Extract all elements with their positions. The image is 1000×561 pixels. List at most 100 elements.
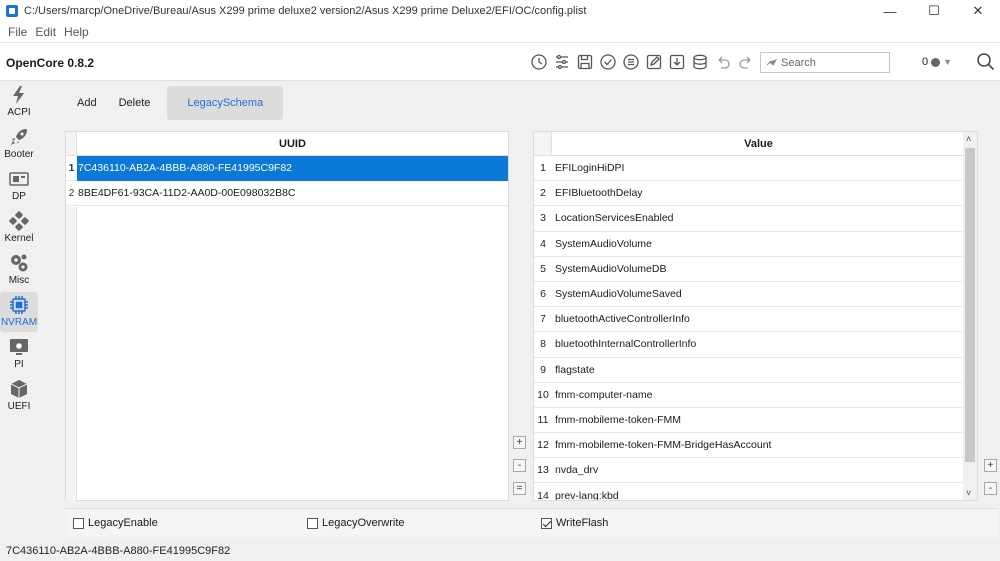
tab-legacy-schema[interactable]: LegacySchema: [167, 86, 284, 120]
sidebar-item-misc[interactable]: Misc: [0, 250, 38, 290]
window-controls: — ☐ ✕: [868, 0, 1000, 22]
write-flash-checkbox[interactable]: WriteFlash: [541, 517, 608, 529]
table-row[interactable]: 13 nvda_drv: [534, 458, 977, 484]
match-count-control[interactable]: 0 ▼: [922, 56, 952, 68]
value-cell[interactable]: EFIBluetoothDelay: [552, 187, 977, 199]
value-cell[interactable]: bluetoothActiveControllerInfo: [552, 313, 977, 325]
chevron-down-icon: ▼: [943, 57, 953, 67]
sidebar-item-label: PI: [14, 359, 24, 370]
list-settings-icon[interactable]: [553, 53, 571, 71]
remove-value-button[interactable]: -: [984, 482, 997, 495]
sidebar-item-label: UEFI: [7, 401, 31, 412]
remove-row-button[interactable]: -: [513, 459, 526, 472]
value-cell[interactable]: fmm-computer-name: [552, 389, 977, 401]
uuid-cell[interactable]: 7C436110-AB2A-4BBB-A880-FE41995C9F82: [77, 155, 508, 181]
close-button[interactable]: ✕: [956, 0, 1000, 22]
sidebar-item-booter[interactable]: Booter: [0, 124, 38, 164]
sidebar-item-uefi[interactable]: UEFI: [0, 376, 38, 416]
row-number: 2: [540, 187, 546, 200]
clock-icon[interactable]: [530, 53, 548, 71]
save-icon[interactable]: [576, 53, 594, 71]
value-cell[interactable]: prev-lang:kbd: [552, 490, 977, 500]
table-row[interactable]: 10 fmm-computer-name: [534, 383, 977, 408]
checkbox-label: LegacyOverwrite: [322, 517, 405, 529]
value-cell[interactable]: SystemAudioVolume: [552, 238, 977, 250]
sidebar: ACPI Booter DP Kernel Misc NVRAM PI UEFI: [0, 82, 62, 542]
legacy-overwrite-checkbox[interactable]: LegacyOverwrite: [307, 517, 405, 529]
menu-help[interactable]: Help: [60, 25, 93, 39]
column-header-value[interactable]: Value: [552, 132, 977, 155]
value-cell[interactable]: nvda_drv: [552, 464, 977, 476]
cube-icon: [10, 380, 28, 398]
table-row[interactable]: 8 bluetoothInternalControllerInfo: [534, 332, 977, 358]
table-row[interactable]: 2 EFIBluetoothDelay: [534, 181, 977, 207]
row-number: 9: [540, 363, 546, 376]
sidebar-item-pi[interactable]: PI: [0, 334, 38, 374]
status-bar: 7C436110-AB2A-4BBB-A880-FE41995C9F82: [0, 541, 1000, 561]
value-cell[interactable]: EFILoginHiDPI: [552, 162, 977, 174]
table-row[interactable]: 7 bluetoothActiveControllerInfo: [534, 307, 977, 333]
check-circle-icon[interactable]: [599, 53, 617, 71]
chevron-down-icon[interactable]: ˅: [966, 488, 971, 498]
sidebar-item-kernel[interactable]: Kernel: [0, 208, 38, 248]
column-header-uuid[interactable]: UUID: [77, 132, 508, 155]
undo-icon[interactable]: [714, 53, 732, 71]
redo-icon[interactable]: [737, 53, 755, 71]
edit-document-icon[interactable]: [645, 53, 663, 71]
checkbox-box[interactable]: [73, 517, 84, 529]
checkbox-box[interactable]: [541, 517, 552, 529]
value-cell[interactable]: SystemAudioVolumeSaved: [552, 288, 977, 300]
menu-file[interactable]: File: [4, 25, 31, 39]
device-properties-icon: [9, 172, 29, 186]
table-row[interactable]: 4 SystemAudioVolume: [534, 232, 977, 257]
list-circle-icon[interactable]: [622, 53, 640, 71]
table-row[interactable]: 1 7C436110-AB2A-4BBB-A880-FE41995C9F82: [66, 155, 508, 181]
value-cell[interactable]: bluetoothInternalControllerInfo: [552, 338, 977, 350]
table-row[interactable]: 11 fmm-mobileme-token-FMM: [534, 408, 977, 434]
maximize-button[interactable]: ☐: [912, 0, 956, 22]
value-cell[interactable]: flagstate: [552, 364, 977, 376]
checkbox-label: WriteFlash: [556, 517, 609, 529]
value-cell[interactable]: SystemAudioVolumeDB: [552, 263, 977, 275]
chevron-up-icon[interactable]: ˄: [966, 134, 971, 144]
import-icon[interactable]: [668, 53, 686, 71]
add-row-button[interactable]: +: [513, 436, 526, 449]
minimize-button[interactable]: —: [868, 0, 912, 22]
table-row[interactable]: 1 EFILoginHiDPI: [534, 156, 977, 182]
scrollbar[interactable]: ˄ ˅: [963, 132, 977, 500]
value-cell[interactable]: fmm-mobileme-token-FMM-BridgeHasAccount: [552, 439, 977, 451]
window-title: C:/Users/marcp/OneDrive/Bureau/Asus X299…: [24, 5, 587, 17]
table-row[interactable]: 14 prev-lang:kbd: [534, 483, 977, 500]
chip-icon: [10, 296, 28, 314]
sidebar-item-acpi[interactable]: ACPI: [0, 82, 38, 122]
tab-add[interactable]: Add: [66, 86, 108, 120]
search-input[interactable]: [781, 56, 876, 69]
app-icon: [6, 5, 18, 17]
table-row[interactable]: 12 fmm-mobileme-token-FMM-BridgeHasAccoun…: [534, 433, 977, 459]
uuid-cell[interactable]: 8BE4DF61-93CA-11D2-AA0D-00E098032B8C: [77, 181, 508, 206]
search-box[interactable]: [760, 52, 890, 73]
duplicate-row-button[interactable]: =: [513, 482, 526, 495]
version-label: OpenCore 0.8.2: [6, 56, 95, 70]
table-row[interactable]: 9 flagstate: [534, 358, 977, 383]
menu-edit[interactable]: Edit: [31, 25, 60, 39]
value-cell[interactable]: LocationServicesEnabled: [552, 212, 977, 224]
checkbox-label: LegacyEnable: [88, 517, 158, 529]
add-value-button[interactable]: +: [984, 459, 997, 472]
legacy-enable-checkbox[interactable]: LegacyEnable: [73, 517, 158, 529]
checkbox-box[interactable]: [307, 517, 318, 529]
sidebar-item-nvram[interactable]: NVRAM: [0, 292, 38, 332]
value-table: Value 1 EFILoginHiDPI 2 EFIBluetoothDelay 3 L…: [533, 131, 978, 501]
search-icon[interactable]: [976, 52, 996, 72]
scrollbar-thumb[interactable]: [965, 148, 975, 462]
sidebar-item-dp[interactable]: DP: [0, 166, 38, 206]
lightning-icon: [13, 86, 24, 104]
broom-icon: [765, 55, 778, 70]
table-row[interactable]: 5 SystemAudioVolumeDB: [534, 257, 977, 282]
table-row[interactable]: 2 8BE4DF61-93CA-11D2-AA0D-00E098032B8C: [66, 181, 508, 206]
table-row[interactable]: 3 LocationServicesEnabled: [534, 206, 977, 232]
database-icon[interactable]: [691, 53, 709, 71]
table-row[interactable]: 6 SystemAudioVolumeSaved: [534, 282, 977, 308]
value-cell[interactable]: fmm-mobileme-token-FMM: [552, 414, 977, 426]
tab-delete[interactable]: Delete: [108, 86, 162, 120]
